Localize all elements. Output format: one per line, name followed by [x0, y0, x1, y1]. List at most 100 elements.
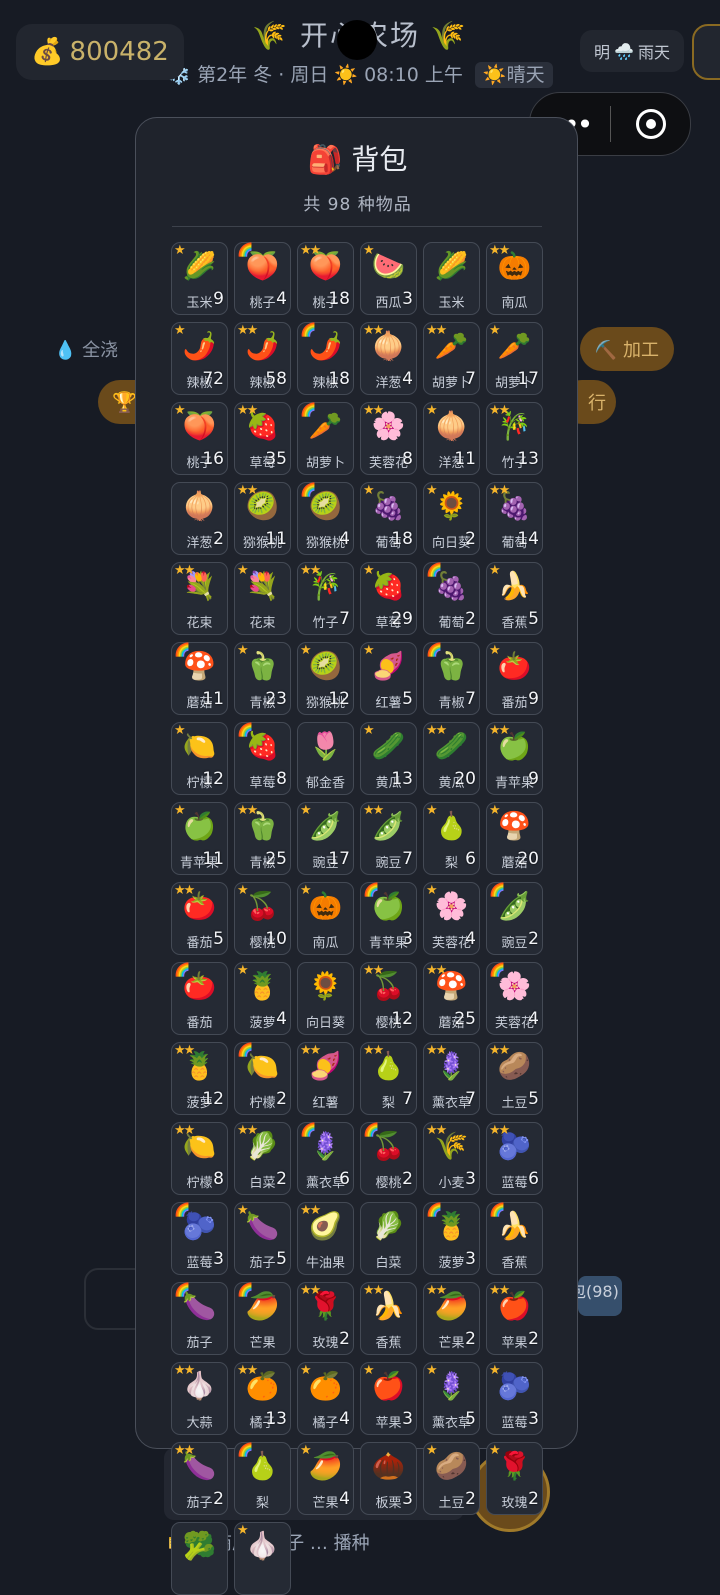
inventory-item[interactable]: 🍍 ★ 菠萝 4: [234, 962, 291, 1035]
inventory-item[interactable]: 🍌 🌈 香蕉: [486, 1202, 543, 1275]
inventory-item[interactable]: 🥭 ★★ 芒果 2: [423, 1282, 480, 1355]
inventory-item[interactable]: 🍠 ★ 红薯 5: [360, 642, 417, 715]
inventory-item[interactable]: 🍆 🌈 茄子: [171, 1282, 228, 1355]
inventory-item[interactable]: 🧄 ★: [234, 1522, 291, 1595]
inventory-item[interactable]: 🫛 🌈 豌豆 2: [486, 882, 543, 955]
inventory-item[interactable]: 🌻 ★ 向日葵 2: [423, 482, 480, 555]
inventory-item[interactable]: 🍏 ★ 青苹果 11: [171, 802, 228, 875]
inventory-item[interactable]: 🍒 ★ 樱桃 10: [234, 882, 291, 955]
inventory-item[interactable]: 🌶️ 🌈 辣椒 18: [297, 322, 354, 395]
inventory-item[interactable]: 🍎 ★★ 苹果 2: [486, 1282, 543, 1355]
inventory-item[interactable]: 🌸 ★ 芙蓉花 4: [423, 882, 480, 955]
inventory-item[interactable]: 🫛 ★★ 豌豆 7: [360, 802, 417, 875]
inventory-item[interactable]: 🥝 ★ 猕猴桃 12: [297, 642, 354, 715]
inventory-item[interactable]: 🍏 ★★ 青苹果 9: [486, 722, 543, 795]
side-menu-button[interactable]: [692, 24, 720, 80]
inventory-item[interactable]: 🫛 ★ 豌豆 17: [297, 802, 354, 875]
inventory-item[interactable]: 🍆 ★★ 茄子 2: [171, 1442, 228, 1515]
inventory-item[interactable]: 🍇 ★ 葡萄 18: [360, 482, 417, 555]
inventory-item[interactable]: 🍓 ★ 草莓 29: [360, 562, 417, 635]
inventory-item[interactable]: 🌷 郁金香: [297, 722, 354, 795]
inventory-item[interactable]: 🥦: [171, 1522, 228, 1595]
inventory-item[interactable]: 🥕 ★ 胡萝卜 17: [486, 322, 543, 395]
inventory-item[interactable]: 🍋 🌈 柠檬 2: [234, 1042, 291, 1115]
inventory-item[interactable]: 🍑 ★★ 桃子 18: [297, 242, 354, 315]
inventory-item[interactable]: 🥬 ★★ 白菜 2: [234, 1122, 291, 1195]
inventory-item[interactable]: 🪻 🌈 薰衣草 6: [297, 1122, 354, 1195]
inventory-item[interactable]: 🪻 ★★ 薰衣草 7: [423, 1042, 480, 1115]
inventory-item[interactable]: 🫐 ★★ 蓝莓 6: [486, 1122, 543, 1195]
inventory-item[interactable]: 🍋 ★★ 柠檬 8: [171, 1122, 228, 1195]
inventory-item[interactable]: 🪻 ★ 薰衣草 5: [423, 1362, 480, 1435]
inventory-item[interactable]: 🍌 ★★ 香蕉: [360, 1282, 417, 1355]
inventory-item[interactable]: 🍓 ★★ 草莓 35: [234, 402, 291, 475]
inventory-item[interactable]: 🍑 ★ 桃子 16: [171, 402, 228, 475]
inventory-item[interactable]: 🎋 ★★ 竹子 7: [297, 562, 354, 635]
inventory-item[interactable]: 🥕 ★★ 胡萝卜 7: [423, 322, 480, 395]
inventory-item[interactable]: 🍊 ★★ 橘子 13: [234, 1362, 291, 1435]
inventory-item[interactable]: 🍅 🌈 番茄: [171, 962, 228, 1035]
inventory-item[interactable]: 🥝 ★★ 猕猴桃 11: [234, 482, 291, 555]
inventory-item[interactable]: 🌽 ★ 玉米 9: [171, 242, 228, 315]
inventory-item[interactable]: 🌾 ★★ 小麦 3: [423, 1122, 480, 1195]
inventory-item[interactable]: 🥬 白菜: [360, 1202, 417, 1275]
inventory-item[interactable]: 🥔 ★ 土豆 2: [423, 1442, 480, 1515]
inventory-item[interactable]: 🍓 🌈 草莓 8: [234, 722, 291, 795]
inventory-item[interactable]: 🧅 ★★ 洋葱 4: [360, 322, 417, 395]
inventory-item[interactable]: 🍒 ★★ 樱桃 12: [360, 962, 417, 1035]
inventory-item[interactable]: 🧅 ★ 洋葱 11: [423, 402, 480, 475]
inventory-item[interactable]: 🥝 🌈 猕猴桃 4: [297, 482, 354, 555]
inventory-item[interactable]: 🥔 ★★ 土豆 5: [486, 1042, 543, 1115]
inventory-item[interactable]: 🎃 ★★ 南瓜: [486, 242, 543, 315]
inventory-item[interactable]: 🌸 ★★ 芙蓉花 8: [360, 402, 417, 475]
inventory-item[interactable]: 🍎 ★ 苹果 3: [360, 1362, 417, 1435]
inventory-item[interactable]: 🍇 🌈 葡萄 2: [423, 562, 480, 635]
inventory-item[interactable]: 🌹 ★ 玫瑰 2: [486, 1442, 543, 1515]
inventory-item[interactable]: 🍍 🌈 菠萝 3: [423, 1202, 480, 1275]
inventory-item[interactable]: 🧅 洋葱 2: [171, 482, 228, 555]
inventory-item[interactable]: 🫐 🌈 蓝莓 3: [171, 1202, 228, 1275]
inventory-item[interactable]: 🎋 ★★ 竹子 13: [486, 402, 543, 475]
inventory-item[interactable]: 🍐 ★ 梨 6: [423, 802, 480, 875]
inventory-item[interactable]: 🌸 🌈 芙蓉花 4: [486, 962, 543, 1035]
inventory-item[interactable]: 💐 ★ 花束: [234, 562, 291, 635]
close-miniprogram-icon[interactable]: [611, 109, 690, 139]
inventory-item[interactable]: 🍍 ★★ 菠萝 12: [171, 1042, 228, 1115]
inventory-item[interactable]: 🥕 🌈 胡萝卜: [297, 402, 354, 475]
inventory-item[interactable]: 🍐 🌈 梨: [234, 1442, 291, 1515]
inventory-item[interactable]: 🍄 ★ 蘑菇 20: [486, 802, 543, 875]
inventory-item[interactable]: 🧄 ★★ 大蒜: [171, 1362, 228, 1435]
inventory-item[interactable]: 🍋 ★ 柠檬 12: [171, 722, 228, 795]
inventory-item[interactable]: 🍉 ★ 西瓜 3: [360, 242, 417, 315]
inventory-item[interactable]: 🍇 ★★ 葡萄 14: [486, 482, 543, 555]
inventory-item[interactable]: 🌽 玉米: [423, 242, 480, 315]
tomorrow-weather[interactable]: 明 🌧️ 雨天: [580, 30, 684, 72]
inventory-item[interactable]: 🍆 ★ 茄子 5: [234, 1202, 291, 1275]
inventory-item[interactable]: 🍑 🌈 桃子 4: [234, 242, 291, 315]
inventory-item[interactable]: 💐 ★★ 花束: [171, 562, 228, 635]
inventory-item[interactable]: 🫑 ★★ 青椒 25: [234, 802, 291, 875]
inventory-item[interactable]: 🥭 🌈 芒果: [234, 1282, 291, 1355]
inventory-item[interactable]: 🫐 ★ 蓝莓 3: [486, 1362, 543, 1435]
inventory-item[interactable]: 🥒 ★ 黄瓜 13: [360, 722, 417, 795]
inventory-item[interactable]: 🍐 ★★ 梨 7: [360, 1042, 417, 1115]
inventory-item[interactable]: 🍊 ★ 橘子 4: [297, 1362, 354, 1435]
inventory-item[interactable]: 🌶️ ★★ 辣椒 58: [234, 322, 291, 395]
inventory-item[interactable]: 🍌 ★ 香蕉 5: [486, 562, 543, 635]
inventory-item[interactable]: 🍠 ★★ 红薯: [297, 1042, 354, 1115]
inventory-item[interactable]: 🍄 🌈 蘑菇 11: [171, 642, 228, 715]
inventory-item[interactable]: 🥭 ★ 芒果 4: [297, 1442, 354, 1515]
inventory-item[interactable]: 🌰 板栗 3: [360, 1442, 417, 1515]
inventory-item[interactable]: 🌶️ ★ 辣椒 72: [171, 322, 228, 395]
inventory-item[interactable]: 🎃 ★ 南瓜: [297, 882, 354, 955]
inventory-item[interactable]: 🫑 ★ 青椒 23: [234, 642, 291, 715]
inventory-item[interactable]: 🌹 ★★ 玫瑰 2: [297, 1282, 354, 1355]
inventory-item[interactable]: 🍅 ★★ 番茄 5: [171, 882, 228, 955]
inventory-item[interactable]: 🌻 向日葵: [297, 962, 354, 1035]
inventory-item[interactable]: 🍄 ★★ 蘑菇 25: [423, 962, 480, 1035]
inventory-item[interactable]: 🥑 ★★ 牛油果: [297, 1202, 354, 1275]
inventory-item[interactable]: 🍏 🌈 青苹果 3: [360, 882, 417, 955]
inventory-item[interactable]: 🍒 🌈 樱桃 2: [360, 1122, 417, 1195]
inventory-item[interactable]: 🫑 🌈 青椒 7: [423, 642, 480, 715]
inventory-item[interactable]: 🍅 ★ 番茄 9: [486, 642, 543, 715]
